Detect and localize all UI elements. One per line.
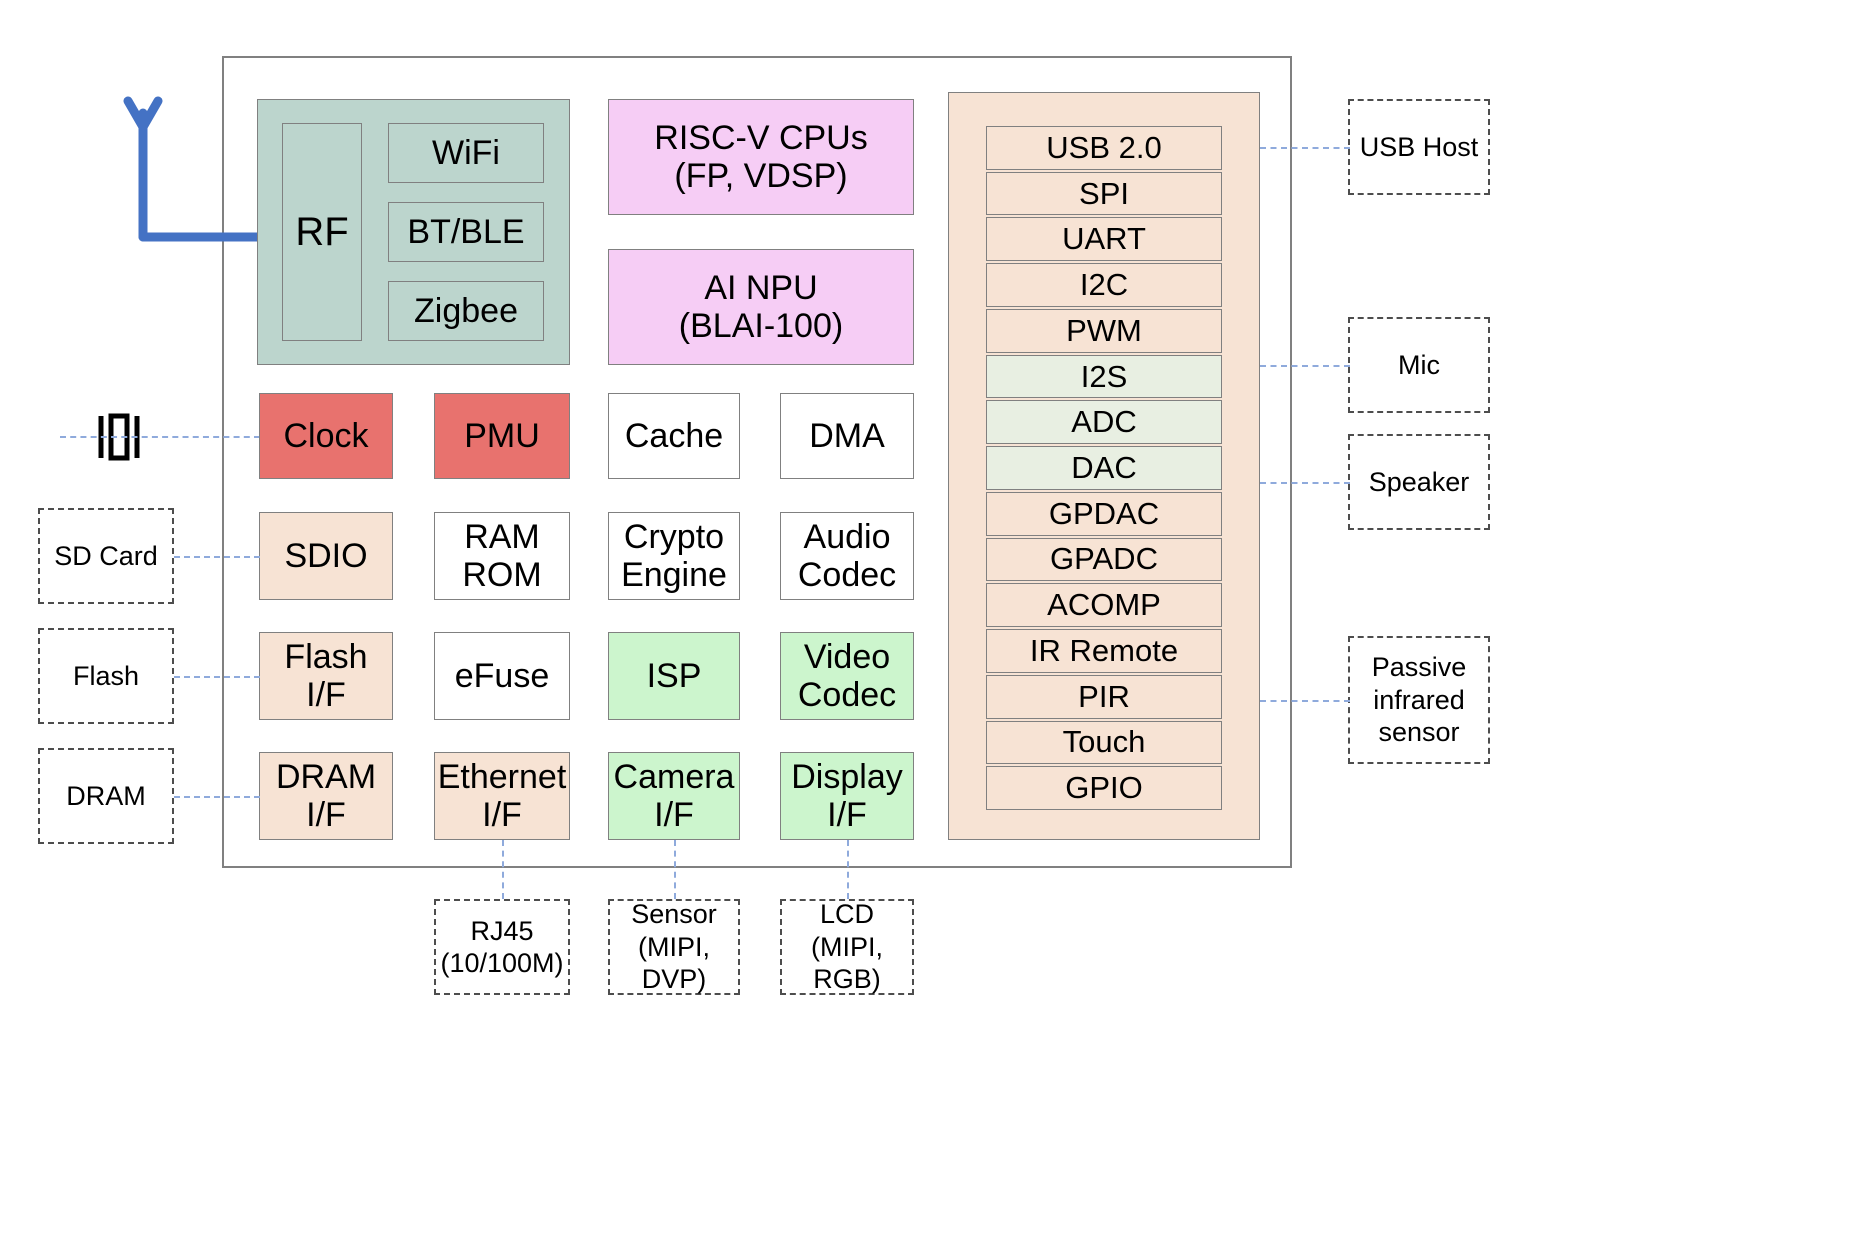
sdio-block[interactable]: SDIO [259,512,393,600]
camera-if-block[interactable]: Camera I/F [608,752,740,840]
ethernet-if-block[interactable]: Ethernet I/F [434,752,570,840]
dram-if-block[interactable]: DRAM I/F [259,752,393,840]
audio-codec-block[interactable]: Audio Codec [780,512,914,600]
speaker-connector [1260,482,1350,484]
peripheral-gpdac[interactable]: GPDAC [986,491,1222,536]
external-sd-card[interactable]: SD Card [38,508,174,604]
video-codec-block[interactable]: Video Codec [780,632,914,720]
external-speaker[interactable]: Speaker [1348,434,1490,530]
peripheral-acomp[interactable]: ACOMP [986,583,1222,628]
peripheral-usb-2-0[interactable]: USB 2.0 [986,126,1222,170]
external-lcd[interactable]: LCD (MIPI, RGB) [780,899,914,995]
usb-host-connector [1260,147,1350,149]
ethernet-rj45-connector [502,840,504,899]
ram-rom-block[interactable]: RAM ROM [434,512,570,600]
pir-connector [1260,700,1350,702]
dma-block[interactable]: DMA [780,393,914,479]
peripheral-i2c[interactable]: I2C [986,263,1222,307]
peripheral-spi[interactable]: SPI [986,171,1222,216]
peripheral-ir-remote[interactable]: IR Remote [986,629,1222,673]
peripheral-adc[interactable]: ADC [986,400,1222,445]
bt-ble-block[interactable]: BT/BLE [388,202,544,262]
dram-if-dram-connector [174,796,260,798]
clock-crystal-connector [60,436,260,438]
external-mic[interactable]: Mic [1348,317,1490,413]
mic-connector [1260,365,1350,367]
peripheral-dac[interactable]: DAC [986,446,1222,490]
soc-block-diagram: RF WiFi BT/BLE Zigbee RISC-V CPUs (FP, V… [0,0,1862,1236]
peripheral-pwm[interactable]: PWM [986,308,1222,353]
zigbee-block[interactable]: Zigbee [388,281,544,341]
clock-block[interactable]: Clock [259,393,393,479]
external-rj45[interactable]: RJ45 (10/100M) [434,899,570,995]
external-passive-infrared-sensor[interactable]: Passive infrared sensor [1348,636,1490,764]
peripheral-gpio[interactable]: GPIO [986,766,1222,810]
peripheral-i2s[interactable]: I2S [986,354,1222,399]
risc-v-cpus-block[interactable]: RISC-V CPUs (FP, VDSP) [608,99,914,215]
display-if-block[interactable]: Display I/F [780,752,914,840]
ai-npu-block[interactable]: AI NPU (BLAI-100) [608,249,914,365]
peripheral-gpadc[interactable]: GPADC [986,537,1222,582]
camera-sensor-connector [674,840,676,899]
peripheral-pir[interactable]: PIR [986,674,1222,719]
sdio-sd-card-connector [174,556,260,558]
flash-if-block[interactable]: Flash I/F [259,632,393,720]
external-dram[interactable]: DRAM [38,748,174,844]
cache-block[interactable]: Cache [608,393,740,479]
crypto-engine-block[interactable]: Crypto Engine [608,512,740,600]
external-usb-host[interactable]: USB Host [1348,99,1490,195]
peripheral-list: USB 2.0 SPI UART I2C PWM I2S ADC DAC GPDAC GPADC A… [986,126,1222,810]
peripheral-uart[interactable]: UART [986,217,1222,262]
external-sensor[interactable]: Sensor (MIPI, DVP) [608,899,740,995]
external-flash[interactable]: Flash [38,628,174,724]
pmu-block[interactable]: PMU [434,393,570,479]
flash-if-flash-connector [174,676,260,678]
rf-block[interactable]: RF [282,123,362,341]
wifi-block[interactable]: WiFi [388,123,544,183]
efuse-block[interactable]: eFuse [434,632,570,720]
isp-block[interactable]: ISP [608,632,740,720]
display-lcd-connector [847,840,849,899]
peripheral-touch[interactable]: Touch [986,720,1222,765]
